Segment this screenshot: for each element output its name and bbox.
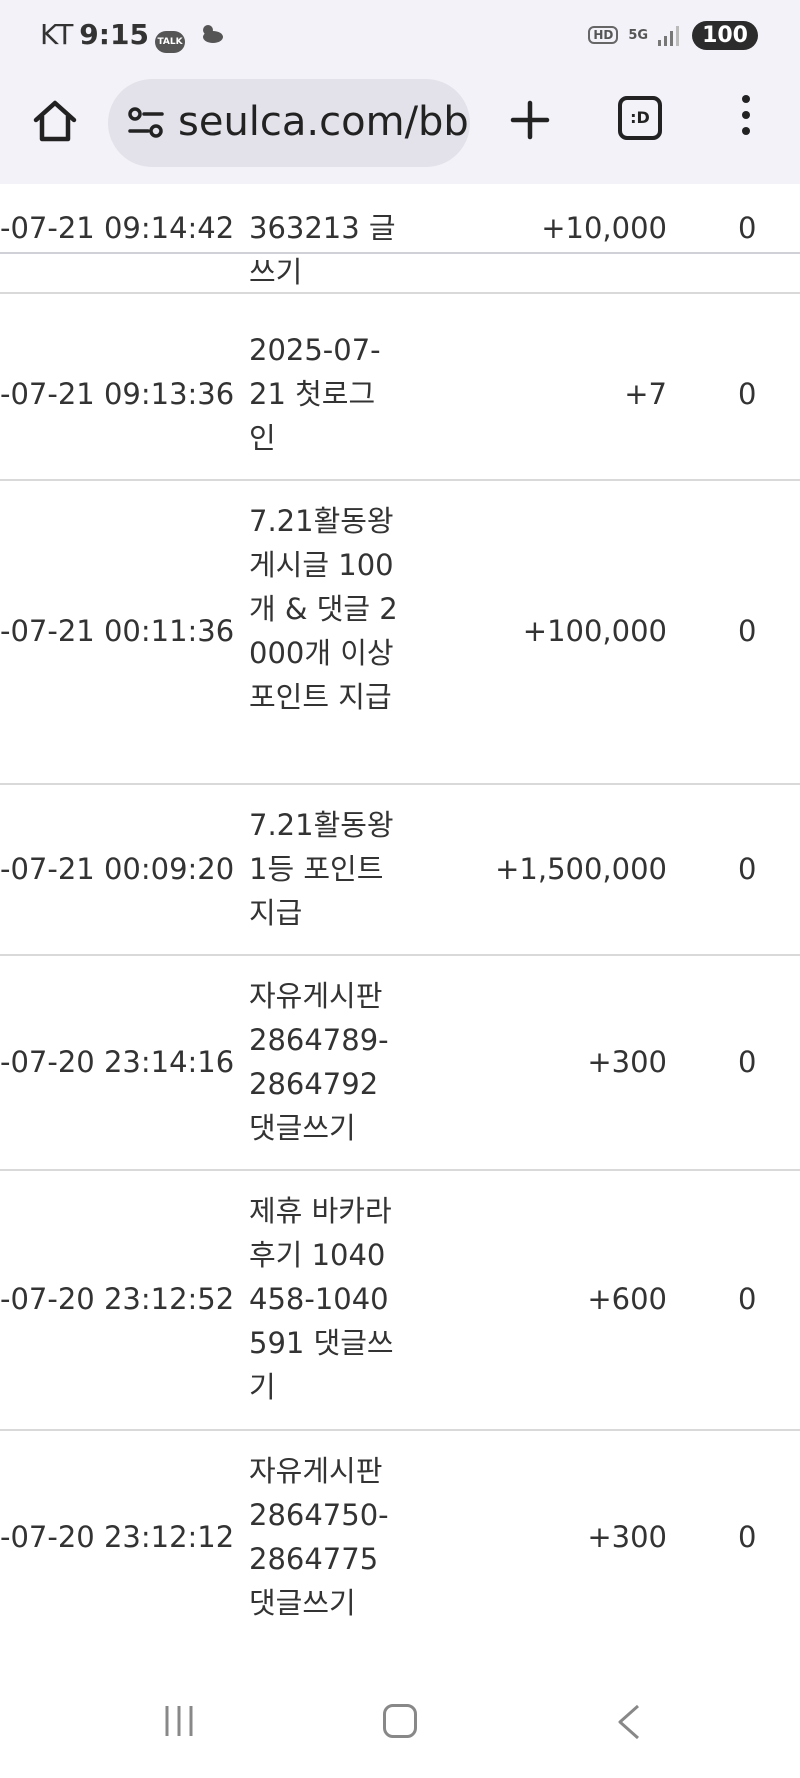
system-icons: HD 5G 100 — [588, 18, 758, 52]
row-balance: 0 — [738, 1045, 757, 1079]
row-date: -07-20 23:12:52 — [0, 1282, 235, 1316]
signal-icon — [658, 26, 680, 46]
new-tab-icon[interactable] — [505, 95, 555, 145]
row-amount: +300 — [587, 1045, 667, 1079]
table-row: -07-21 09:14:42 363213 글쓰기 +10,000 0 — [0, 184, 800, 294]
row-date: -07-21 09:14:42 — [0, 211, 235, 245]
network-type-icon: 5G — [628, 27, 649, 43]
row-amount: +10,000 — [541, 211, 667, 245]
tab-switcher-button[interactable]: :D — [618, 96, 662, 140]
table-row: -07-21 00:09:20 7.21활동왕 1등 포인트 지급 +1,500… — [0, 785, 800, 956]
notification-icons: TALK — [155, 22, 224, 53]
row-balance: 0 — [738, 211, 757, 245]
home-icon[interactable] — [30, 96, 80, 146]
row-amount: +1,500,000 — [495, 852, 667, 886]
battery-icon: 100 — [692, 20, 758, 50]
row-amount: +300 — [587, 1520, 667, 1554]
status-bar: KT 9:15 TALK HD 5G 100 — [0, 0, 800, 70]
carrier-label: KT — [40, 18, 74, 51]
table-row: -07-21 09:13:36 2025-07-21 첫로그인 +7 0 — [0, 310, 800, 481]
row-date: -07-21 00:09:20 — [0, 852, 235, 886]
status-carrier-time: KT 9:15 — [40, 18, 149, 51]
row-date: -07-21 00:11:36 — [0, 614, 235, 648]
row-balance: 0 — [738, 377, 757, 411]
site-settings-icon[interactable] — [126, 105, 166, 141]
row-description: 7.21활동왕 게시글 100개 & 댓글 2000개 이상 포인트 지급 — [249, 504, 398, 714]
table-row: -07-20 23:12:52 제휴 바카라후기 1040458-1040591… — [0, 1171, 800, 1431]
home-nav-icon[interactable] — [383, 1704, 417, 1738]
row-balance: 0 — [738, 1282, 757, 1316]
row-amount: +600 — [587, 1282, 667, 1316]
address-bar[interactable]: seulca.com/bbs — [108, 79, 470, 167]
row-balance: 0 — [738, 614, 757, 648]
row-date: -07-21 09:13:36 — [0, 377, 235, 411]
table-row: -07-20 23:12:12 자유게시판 2864750-2864775 댓글… — [0, 1431, 800, 1644]
recent-apps-icon[interactable] — [162, 1704, 196, 1738]
points-history-table: -07-21 09:14:42 363213 글쓰기 +10,000 0 -07… — [0, 184, 800, 1644]
row-description: 363213 글쓰기 — [249, 211, 396, 289]
system-navigation-bar — [0, 1646, 800, 1778]
row-description: 7.21활동왕 1등 포인트 지급 — [249, 808, 394, 930]
row-description: 자유게시판 2864750-2864775 댓글쓰기 — [249, 1454, 389, 1620]
more-menu-icon[interactable] — [733, 95, 759, 145]
row-description: 2025-07-21 첫로그인 — [249, 333, 381, 455]
clock: 9:15 — [79, 18, 149, 51]
table-row: -07-21 00:11:36 7.21활동왕 게시글 100개 & 댓글 20… — [0, 481, 800, 785]
back-icon[interactable] — [614, 1704, 644, 1740]
weather-icon — [203, 25, 224, 43]
kakaotalk-icon: TALK — [155, 31, 185, 53]
row-date: -07-20 23:12:12 — [0, 1520, 235, 1554]
table-row: -07-20 23:14:16 자유게시판 2864789-2864792 댓글… — [0, 956, 800, 1171]
row-description: 제휴 바카라후기 1040458-1040591 댓글쓰기 — [249, 1194, 394, 1404]
hd-voice-icon: HD — [588, 26, 619, 44]
row-date: -07-20 23:14:16 — [0, 1045, 235, 1079]
url-text[interactable]: seulca.com/bbs — [178, 99, 470, 145]
row-amount: +7 — [624, 377, 667, 411]
row-balance: 0 — [738, 1520, 757, 1554]
row-balance: 0 — [738, 852, 757, 886]
row-description: 자유게시판 2864789-2864792 댓글쓰기 — [249, 979, 389, 1145]
browser-toolbar: seulca.com/bbs :D — [0, 70, 800, 254]
row-amount: +100,000 — [522, 614, 667, 648]
